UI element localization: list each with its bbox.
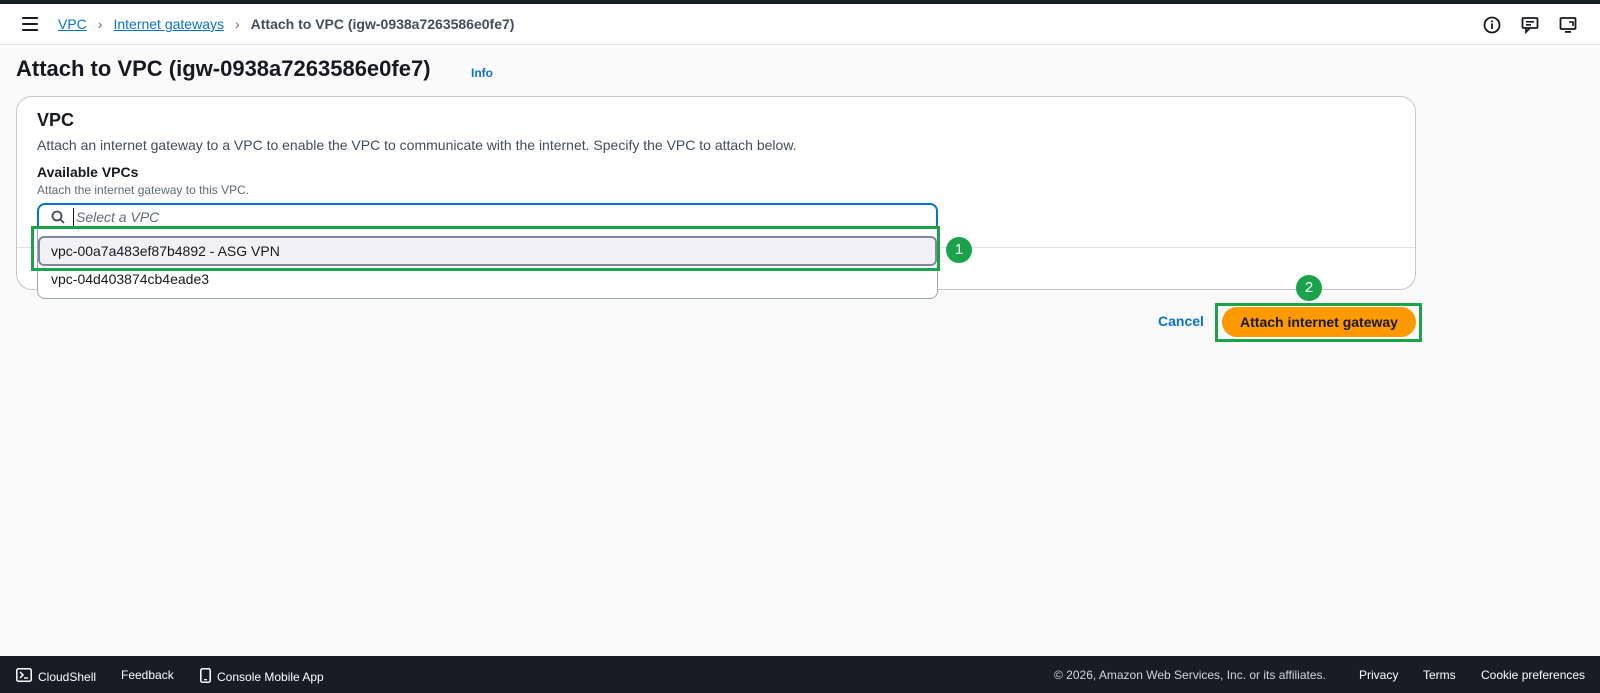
- footer-cookie-preferences[interactable]: Cookie preferences: [1481, 668, 1585, 682]
- footer-feedback[interactable]: Feedback: [121, 668, 174, 682]
- footer-mobile-app[interactable]: Console Mobile App: [200, 668, 324, 686]
- available-vpcs-hint: Attach the internet gateway to this VPC.: [37, 183, 250, 197]
- cancel-button[interactable]: Cancel: [1158, 313, 1204, 329]
- breadcrumb-current: Attach to VPC (igw-0938a7263586e0fe7): [250, 16, 515, 32]
- available-vpcs-label: Available VPCs: [37, 164, 139, 180]
- chevron-right-icon: ›: [234, 16, 240, 32]
- panel-description: Attach an internet gateway to a VPC to e…: [37, 137, 797, 153]
- footer-privacy[interactable]: Privacy: [1359, 668, 1398, 682]
- breadcrumb-vpc[interactable]: VPC: [58, 16, 87, 32]
- annotation-box-2: [1215, 303, 1422, 342]
- display-icon[interactable]: [1558, 15, 1578, 35]
- menu-icon[interactable]: [22, 17, 38, 31]
- cloudshell-label: CloudShell: [38, 669, 97, 684]
- chevron-right-icon: ›: [97, 16, 103, 32]
- footer: CloudShell Feedback Console Mobile App ©…: [0, 656, 1600, 693]
- feedback-icon[interactable]: [1520, 15, 1540, 35]
- vpc-search-input[interactable]: [73, 208, 873, 226]
- footer-cloudshell[interactable]: CloudShell: [16, 668, 96, 685]
- annotation-badge-1: 1: [946, 237, 972, 263]
- breadcrumb-internet-gateways[interactable]: Internet gateways: [113, 16, 224, 32]
- page-title: Attach to VPC (igw-0938a7263586e0fe7): [16, 56, 431, 81]
- breadcrumb: VPC › Internet gateways › Attach to VPC …: [58, 16, 514, 32]
- annotation-box-1: [31, 226, 940, 271]
- info-circle-icon[interactable]: [1482, 15, 1502, 35]
- info-link[interactable]: Info: [471, 66, 493, 80]
- panel-title: VPC: [37, 110, 75, 130]
- annotation-badge-2: 2: [1296, 275, 1322, 301]
- top-right-icons: [1482, 15, 1578, 35]
- mobile-app-label: Console Mobile App: [217, 670, 324, 684]
- footer-copyright: © 2026, Amazon Web Services, Inc. or its…: [1054, 668, 1326, 682]
- breadcrumb-bar: VPC › Internet gateways › Attach to VPC …: [0, 4, 1600, 45]
- footer-terms[interactable]: Terms: [1423, 668, 1456, 682]
- mobile-icon: [200, 668, 211, 686]
- cloudshell-icon: [16, 668, 32, 685]
